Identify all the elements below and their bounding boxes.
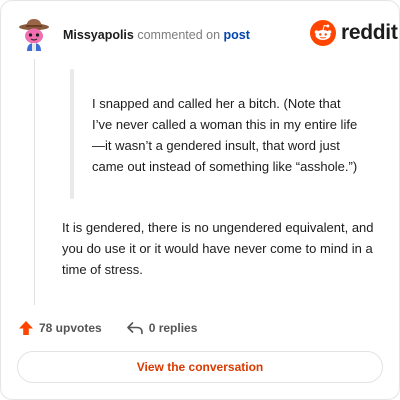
reply-count: 0 replies: [148, 321, 198, 335]
user-avatar-icon[interactable]: [17, 17, 51, 51]
commented-on-text: commented on: [137, 28, 221, 42]
comment-body: It is gendered, there is no ungendered e…: [62, 220, 374, 277]
reply-arrow-icon: [126, 322, 143, 335]
quoted-text: I snapped and called her a bitch. (Note …: [92, 96, 358, 174]
post-link[interactable]: post: [224, 28, 250, 42]
reddit-wordmark: reddit: [341, 21, 398, 44]
upvote-button[interactable]: 78 upvotes: [18, 320, 102, 336]
reddit-logo[interactable]: reddit: [310, 20, 398, 46]
view-conversation-button[interactable]: View the conversation: [17, 351, 383, 383]
comment-actions: 78 upvotes 0 replies: [18, 319, 197, 337]
reply-button[interactable]: 0 replies: [126, 320, 198, 336]
embedded-comment-card: Missyapolis commented on post reddit I s…: [0, 0, 400, 400]
quote-bar: [70, 69, 74, 199]
upvote-count: 78 upvotes: [39, 321, 102, 335]
username-link[interactable]: Missyapolis: [63, 28, 134, 42]
upvote-arrow-icon: [19, 321, 33, 335]
reddit-snoo-icon: [310, 20, 336, 46]
comment-header: Missyapolis commented on post: [63, 27, 250, 43]
thread-line: [34, 59, 35, 305]
